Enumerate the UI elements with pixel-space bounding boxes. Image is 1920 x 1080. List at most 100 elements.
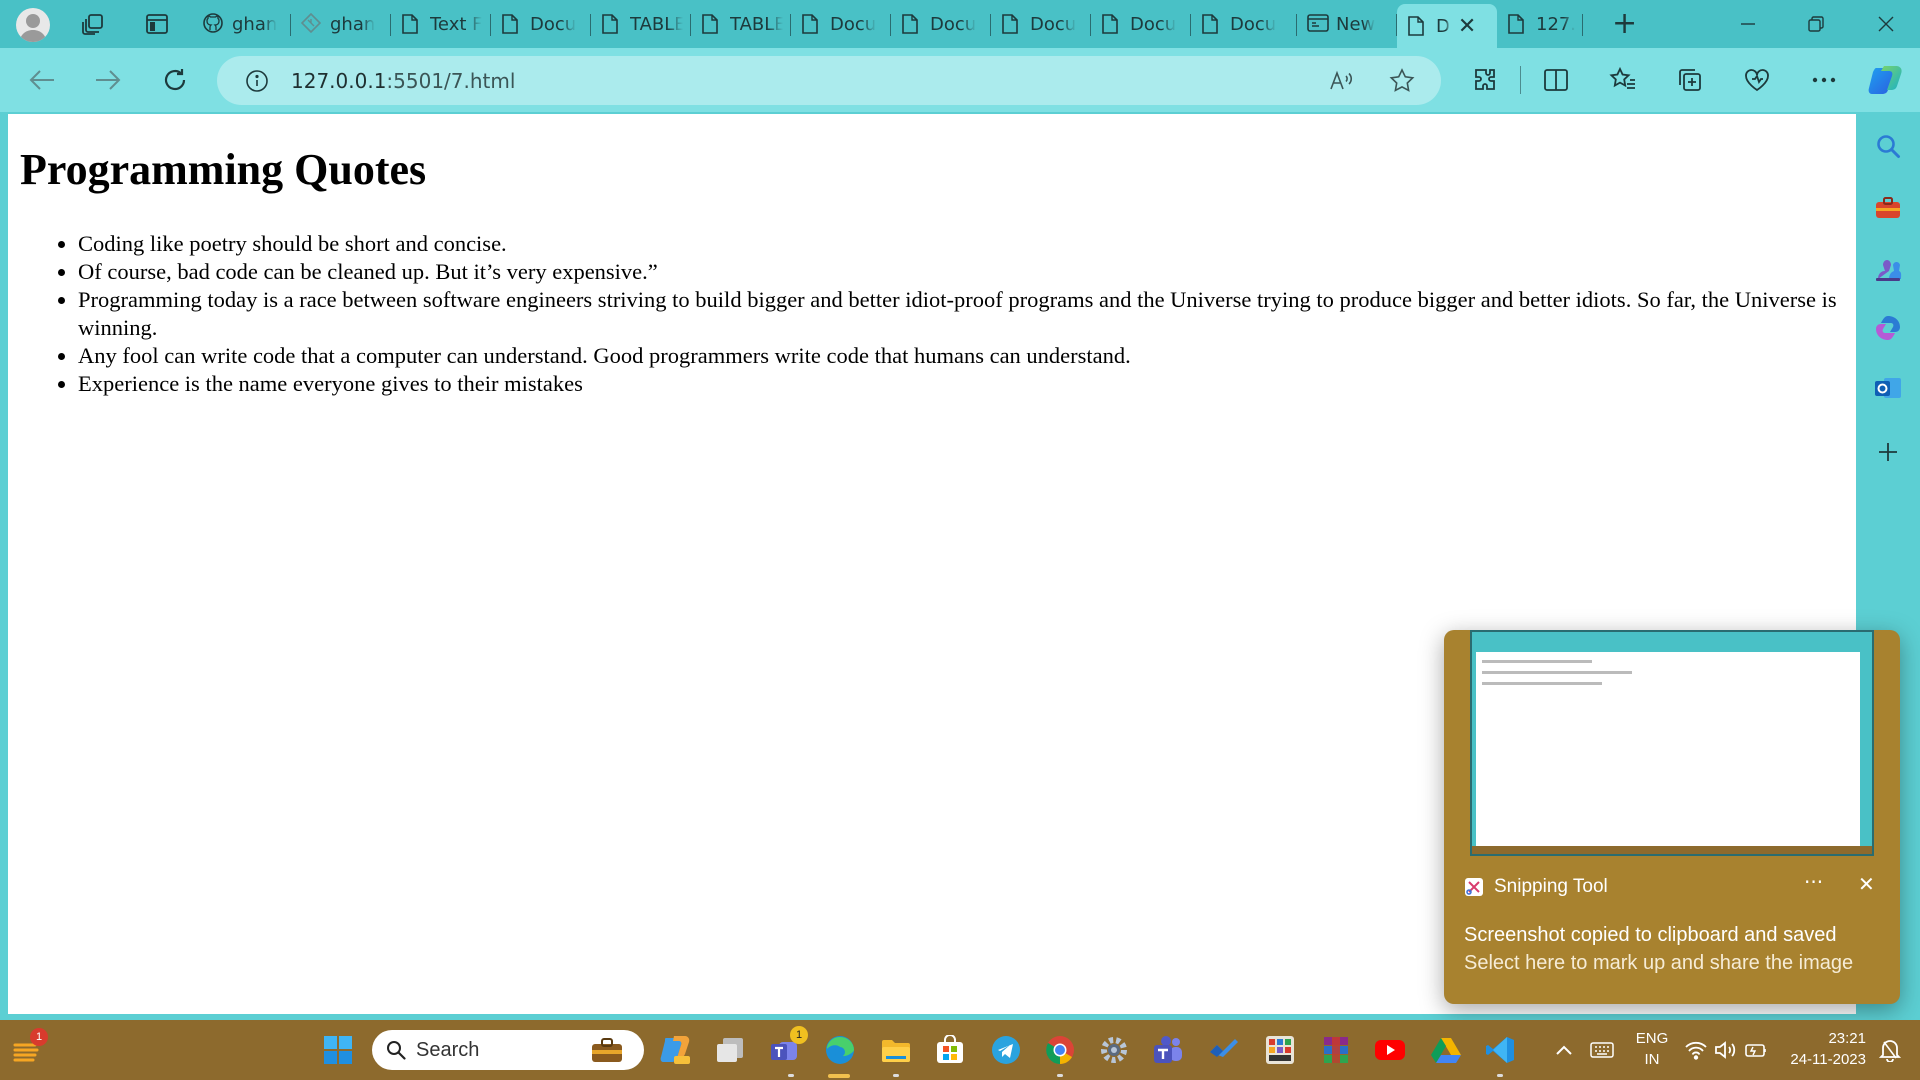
add-sidebar-app-icon[interactable] [1872,436,1904,468]
chrome-icon[interactable] [1042,1032,1078,1068]
address-bar[interactable]: 127.0.0.1:5501/7.html [217,56,1441,105]
microsoft-365-icon[interactable] [1872,312,1904,344]
thumbnail-line [1482,660,1592,663]
page-icon [401,13,421,35]
minimize-button[interactable] [1718,4,1778,44]
tab[interactable]: TABLE [591,4,691,44]
page-icon [1001,13,1021,35]
tab-label: TABLE [630,13,683,35]
task-view-icon[interactable] [712,1032,748,1068]
quote-item: Of course, bad code can be cleaned up. B… [78,258,1838,286]
favorite-star-icon[interactable] [1389,68,1415,94]
quotes-list: Coding like poetry should be short and c… [78,230,1838,398]
tab[interactable]: ghan [291,4,391,44]
microsoft-store-icon[interactable] [932,1032,968,1068]
teams-work-icon[interactable] [1150,1032,1186,1068]
settings-gear-icon[interactable] [1096,1032,1132,1068]
windows-start-icon[interactable] [320,1032,356,1068]
google-drive-icon[interactable] [1428,1032,1464,1068]
tab-label: Docu [1130,13,1177,35]
tab[interactable]: ghan [193,4,291,44]
snipping-tool-notification[interactable]: Snipping Tool ··· ✕ Screenshot copied to… [1444,630,1900,1004]
favorites-icon[interactable] [1603,60,1643,100]
tab[interactable]: Docu [791,4,891,44]
copilot-preview-icon[interactable] [658,1032,694,1068]
profile-avatar[interactable] [16,8,50,42]
new-tab-icon [1307,13,1329,35]
running-indicator [788,1074,794,1077]
language-indicator[interactable]: ENG IN [1634,1028,1670,1070]
tab-active[interactable]: D ✕ [1397,4,1497,48]
browser-essentials-icon[interactable] [1737,60,1777,100]
running-indicator [1497,1074,1503,1077]
tab[interactable]: Docu [1091,4,1191,44]
forward-button[interactable] [88,60,128,100]
notification-close-button[interactable]: ✕ [1858,872,1875,896]
to-do-icon[interactable] [1206,1032,1242,1068]
read-aloud-icon[interactable] [1329,69,1355,93]
search-icon[interactable] [1872,130,1904,162]
tab-label: New [1336,13,1376,35]
snipping-tool-icon [1464,877,1484,897]
back-button[interactable] [22,60,62,100]
notification-bell-icon[interactable] [1872,1032,1908,1068]
split-screen-icon[interactable] [1536,60,1576,100]
tab[interactable]: Docu [1191,4,1297,44]
tab-label: 127.0 [1536,13,1575,35]
workspaces-icon[interactable] [78,10,108,38]
tab-separator [1582,14,1583,36]
tab-label: D [1436,15,1450,37]
vscode-icon[interactable] [1482,1032,1518,1068]
teams-icon[interactable]: 1 [766,1026,808,1068]
collections-icon[interactable] [1670,60,1710,100]
new-tab-button[interactable]: + [1612,9,1637,39]
site-info-icon[interactable] [245,69,269,93]
tab[interactable]: Docu [491,4,591,44]
battery-icon[interactable] [1738,1032,1774,1068]
outlook-icon[interactable] [1872,372,1904,404]
notification-subtext: Select here to mark up and share the ima… [1464,952,1854,974]
show-hidden-icons-chevron-icon[interactable] [1546,1032,1582,1068]
toolbar-divider [1520,66,1521,94]
tab[interactable]: Docu [891,4,991,44]
url-text[interactable]: 127.0.0.1:5501/7.html [291,69,515,93]
page-icon [501,13,521,35]
file-explorer-icon[interactable] [878,1032,914,1068]
tab[interactable]: 127.0 [1497,4,1583,44]
edge-browser-icon[interactable] [822,1032,858,1068]
youtube-icon[interactable] [1372,1032,1408,1068]
tab[interactable]: TABLE [691,4,791,44]
settings-more-icon[interactable] [1804,60,1844,100]
tab[interactable]: Docu [991,4,1091,44]
taskbar-search[interactable]: Search [372,1030,644,1070]
winrar-icon[interactable] [1318,1032,1354,1068]
copilot-icon[interactable] [1866,60,1906,100]
games-icon[interactable] [1872,252,1904,284]
thumbnail-taskbar [1472,846,1872,854]
close-window-button[interactable] [1856,4,1916,44]
system-clock[interactable]: 23:21 24-11-2023 [1776,1028,1866,1070]
page-title: Programming Quotes [20,145,427,194]
notification-app-name: Snipping Tool [1494,876,1608,897]
tab-label: Docu [830,13,877,35]
page-icon [701,13,721,35]
keyboard-icon[interactable] [1584,1032,1620,1068]
tab-actions-icon[interactable] [142,10,172,38]
screenshot-thumbnail[interactable] [1470,630,1874,856]
tab[interactable]: Text F [391,4,491,44]
restore-button[interactable] [1786,4,1846,44]
page-icon [1201,13,1221,35]
notification-more-button[interactable]: ··· [1804,870,1823,894]
close-tab-icon[interactable]: ✕ [1458,14,1476,39]
tab[interactable]: New [1297,4,1397,44]
refresh-button[interactable] [155,60,195,100]
telegram-icon[interactable] [988,1032,1024,1068]
tools-briefcase-icon[interactable] [1872,192,1904,224]
calculator-grid-icon[interactable] [1262,1032,1298,1068]
teams-badge: 1 [790,1026,808,1044]
quote-item: Any fool can write code that a computer … [78,342,1838,370]
page-icon [1101,13,1121,35]
tab-label: ghan [232,13,278,35]
extensions-icon[interactable] [1465,60,1505,100]
weather-widget-icon[interactable]: 1 [10,1028,48,1068]
